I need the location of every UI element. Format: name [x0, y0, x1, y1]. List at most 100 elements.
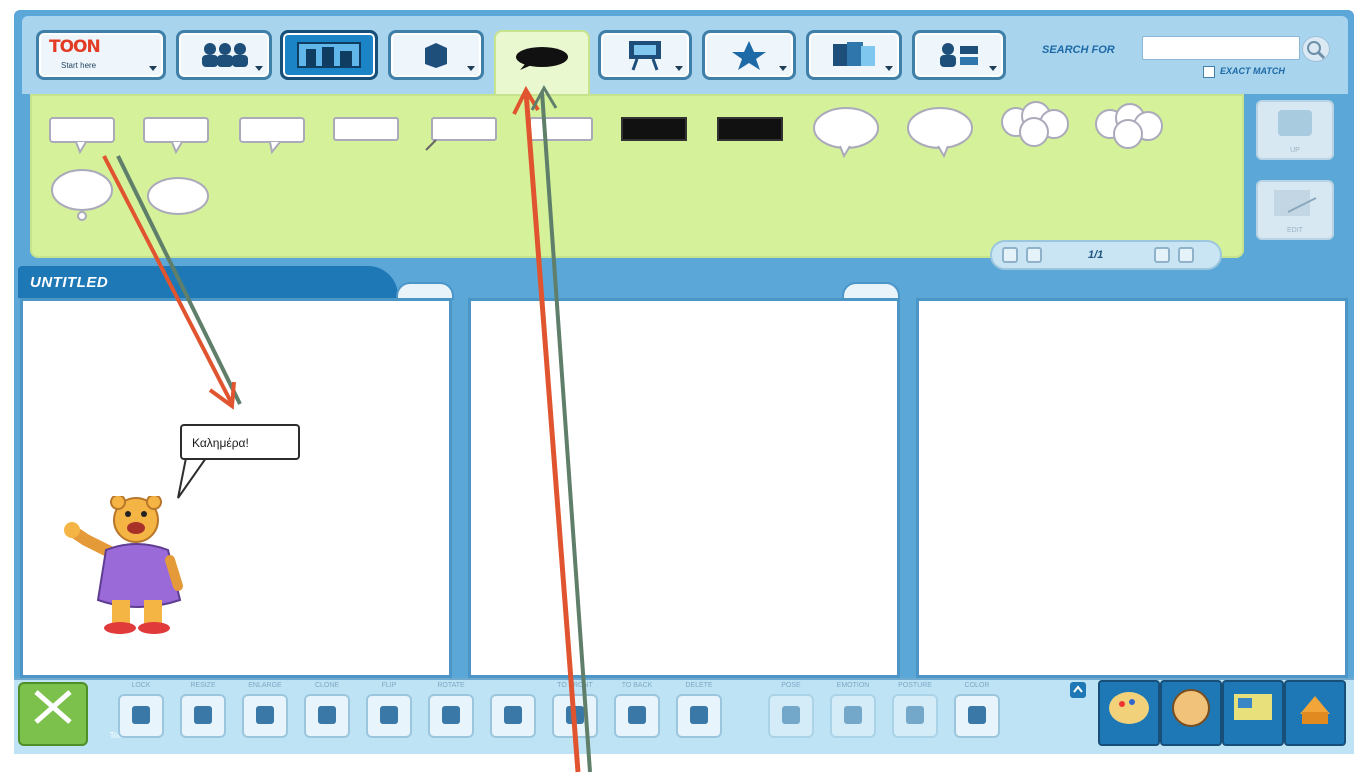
tool-label: DELETE [685, 682, 713, 689]
tools-icon [34, 690, 72, 724]
character-builder-button[interactable] [1160, 680, 1222, 746]
rotate-right-icon [504, 706, 522, 724]
document-title[interactable]: UNTITLED [30, 274, 108, 291]
special-effects-icon [732, 41, 766, 70]
chevron-down-icon [885, 66, 893, 71]
delete-button[interactable] [676, 694, 722, 738]
rotate-left-button[interactable] [428, 694, 474, 738]
flip-button[interactable] [366, 694, 412, 738]
chevron-up-icon [1073, 685, 1083, 693]
start-here-button[interactable]: TOON Start here [36, 30, 166, 80]
document-title-bar: UNTITLED [18, 266, 398, 298]
save-button[interactable] [1284, 680, 1346, 746]
upload-icon [1278, 110, 1312, 136]
bubble-rect-5[interactable] [424, 116, 500, 156]
tab-special-effects[interactable] [702, 30, 796, 80]
emotion-button[interactable] [830, 694, 876, 738]
comic-panel-2[interactable] [468, 298, 900, 678]
collapse-toolbar-button[interactable] [1070, 682, 1086, 698]
speech-bubble-text: Καλημέρα! [192, 436, 249, 450]
tab-templates[interactable] [806, 30, 902, 80]
layout-button[interactable] [1222, 680, 1284, 746]
clone-button[interactable] [304, 694, 350, 738]
edit-button-label: EDIT [1287, 227, 1303, 234]
to-front-icon [566, 706, 584, 724]
bubble-rect-1[interactable] [48, 116, 118, 156]
tool-label: TO FRONT [557, 682, 593, 689]
templates-icon [833, 42, 875, 66]
next-page-button[interactable] [1154, 247, 1170, 263]
tab-my-stuff[interactable] [912, 30, 1006, 80]
bubble-rect-2[interactable] [142, 116, 212, 156]
exact-match-label: EXACT MATCH [1220, 66, 1285, 76]
rotate-left-icon [442, 706, 460, 724]
layout-icon [1234, 694, 1272, 720]
chevron-down-icon [989, 66, 997, 71]
search-button[interactable] [1302, 36, 1330, 62]
flip-icon [380, 706, 398, 724]
upload-button[interactable]: UP [1256, 100, 1334, 160]
pose-button[interactable] [768, 694, 814, 738]
tool-label: FLIP [381, 682, 397, 689]
app-logo: TOON [49, 37, 101, 57]
exact-match-checkbox[interactable] [1203, 66, 1215, 78]
resize-icon [194, 706, 212, 724]
start-here-label: Start here [61, 61, 97, 70]
posture-icon [906, 706, 924, 724]
bubble-round-2[interactable] [904, 104, 976, 158]
tab-characters[interactable] [176, 30, 272, 80]
bubble-cloud-1[interactable] [996, 100, 1074, 158]
effects-icon [629, 41, 661, 71]
tool-label: POSTURE [898, 682, 932, 689]
tab-effects[interactable] [598, 30, 692, 80]
first-page-button[interactable] [1002, 247, 1018, 263]
save-icon [1300, 696, 1330, 724]
bubble-black-2[interactable] [716, 116, 786, 146]
character-face-icon [1172, 689, 1210, 727]
emotion-icon [844, 706, 862, 724]
tab-props[interactable] [388, 30, 484, 80]
enlarge-button[interactable] [242, 694, 288, 738]
chevron-down-icon [467, 66, 475, 71]
bubble-black-1[interactable] [620, 116, 690, 146]
bubble-thought-2[interactable] [144, 176, 214, 222]
bubble-rect-4[interactable] [332, 116, 402, 156]
tool-label: RESIZE [190, 682, 216, 689]
bubble-rect-3[interactable] [238, 116, 308, 156]
bubble-thought-1[interactable] [48, 168, 118, 226]
prev-page-button[interactable] [1026, 247, 1042, 263]
edit-button[interactable]: EDIT [1256, 180, 1334, 240]
resize-button[interactable] [180, 694, 226, 738]
speech-bubble[interactable]: Καλημέρα! [180, 424, 300, 460]
bubble-pager: 1/1 [990, 240, 1222, 270]
upload-button-label: UP [1290, 147, 1300, 154]
posture-button[interactable] [892, 694, 938, 738]
tool-label: TO BACK [621, 682, 653, 689]
lock-icon [132, 706, 150, 724]
tool-label: COLOR [964, 682, 990, 689]
rotate-right-button[interactable] [490, 694, 536, 738]
tools-button[interactable]: Tools [18, 682, 128, 746]
search-icon [1307, 41, 1326, 60]
color-button[interactable] [954, 694, 1000, 738]
last-page-button[interactable] [1178, 247, 1194, 263]
chevron-down-icon [675, 66, 683, 71]
bubble-rect-6[interactable] [528, 116, 598, 156]
toondoo-editor: TOON Start here SEARCH FOR EXACT MATCH U… [0, 0, 1357, 780]
tab-bubbles[interactable] [494, 30, 590, 96]
bubble-cloud-2[interactable] [1090, 100, 1168, 158]
to-front-button[interactable] [552, 694, 598, 738]
clone-icon [318, 706, 336, 724]
bubble-round-1[interactable] [810, 104, 882, 158]
page-indicator: 1/1 [1088, 249, 1104, 261]
bear-character[interactable] [62, 496, 192, 642]
search-input[interactable] [1142, 36, 1300, 60]
comic-panel-3[interactable] [916, 298, 1348, 678]
tool-label: ROTATE [437, 682, 465, 689]
tab-backgrounds[interactable] [280, 30, 378, 80]
lock-button[interactable] [118, 694, 164, 738]
color-palette-button[interactable] [1098, 680, 1160, 746]
color-icon [968, 706, 986, 724]
palette-icon [1109, 692, 1149, 724]
to-back-button[interactable] [614, 694, 660, 738]
